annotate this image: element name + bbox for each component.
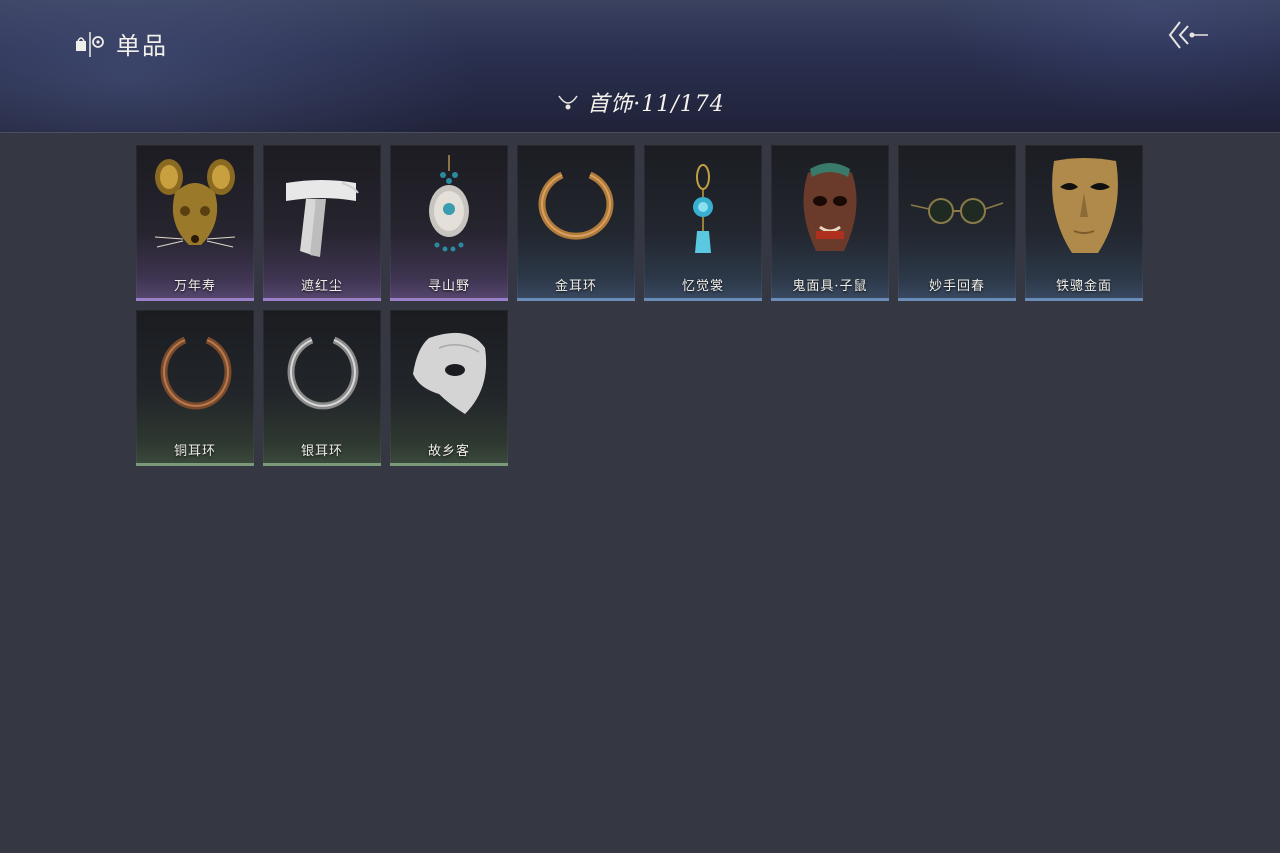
brand: 单品 [74,26,168,61]
item-card[interactable]: 万年寿 [136,145,254,301]
rarity-bar [390,463,508,466]
rarity-bar [517,298,635,301]
category-heading: 首饰·11/174 [0,86,1280,118]
white-blindfold-icon [286,180,359,257]
category-label: 首饰·11/174 [587,92,725,117]
rarity-bar [136,463,254,466]
demon-mask-icon [803,163,857,251]
item-card[interactable]: 妙手回春 [898,145,1016,301]
golden-rat-mask-icon [154,159,236,248]
gold-face-mask-icon [1052,158,1118,253]
white-half-mask-icon [413,332,487,414]
item-card[interactable]: 遮红尘 [263,145,381,301]
round-glasses-icon [910,198,1004,224]
item-name: 寻山野 [427,279,470,294]
double-chevron-back-icon [1168,21,1208,49]
rarity-bar [644,298,762,301]
item-grid: 万年寿 遮红尘 寻山野 金耳环 忆觉裳 鬼面具·子鼠 妙手回春 铁骢金面 铜耳环… [136,145,1143,466]
item-card[interactable]: 故乡客 [390,310,508,466]
rarity-bar [390,298,508,301]
ornate-pendant-icon [429,155,469,252]
blue-gem-pendant-icon [693,164,713,253]
top-header: 单品 首饰·11/174 [0,0,1280,133]
page-title: 单品 [116,32,168,60]
item-name: 金耳环 [554,279,597,294]
item-name: 铁骢金面 [1055,279,1112,294]
item-name: 万年寿 [173,279,216,294]
item-card[interactable]: 忆觉裳 [644,145,762,301]
item-name: 鬼面具·子鼠 [792,279,868,294]
silver-earring-icon [287,336,359,410]
rarity-bar [1025,298,1143,301]
item-card[interactable]: 鬼面具·子鼠 [771,145,889,301]
item-name: 忆觉裳 [681,279,724,294]
item-card[interactable]: 铜耳环 [136,310,254,466]
item-name: 妙手回春 [928,279,985,294]
item-card[interactable]: 金耳环 [517,145,635,301]
copper-earring-icon [160,336,232,410]
necklace-icon [558,95,578,110]
item-name: 铜耳环 [173,444,216,459]
item-card[interactable]: 铁骢金面 [1025,145,1143,301]
rarity-bar [771,298,889,301]
gold-earring-icon [538,171,614,240]
rarity-bar [263,298,381,301]
shop-bag-icon [76,31,104,57]
item-name: 银耳环 [300,444,343,459]
rarity-bar [263,463,381,466]
item-card[interactable]: 银耳环 [263,310,381,466]
rarity-bar [136,298,254,301]
item-name: 故乡客 [427,444,470,459]
item-name: 遮红尘 [300,279,343,294]
rarity-bar [898,298,1016,301]
item-card[interactable]: 寻山野 [390,145,508,301]
back-button[interactable] [1166,18,1212,52]
